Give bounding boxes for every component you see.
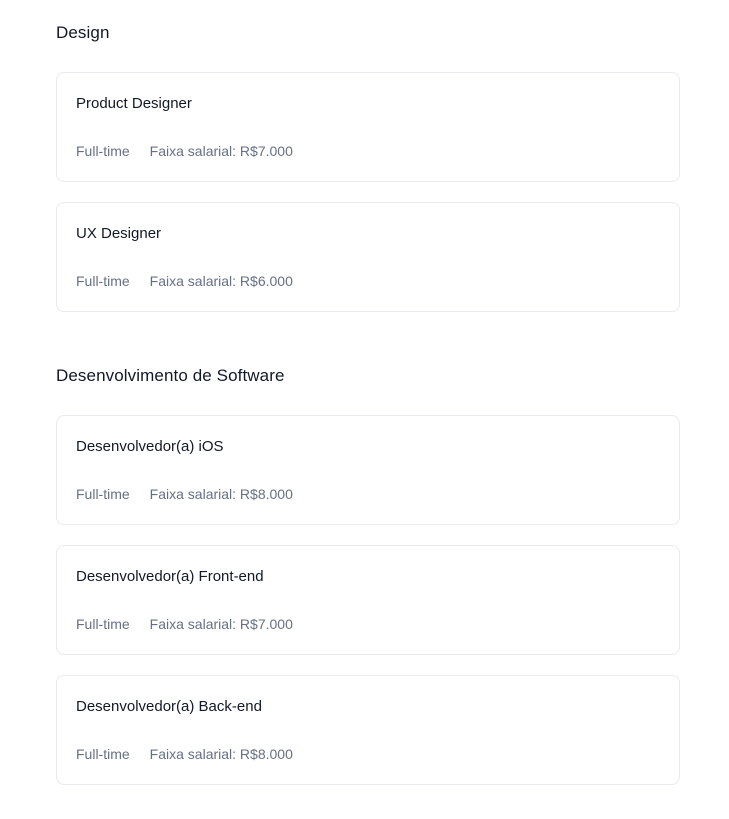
job-card-frontend-developer[interactable]: Desenvolvedor(a) Front-end Full-time Fai… — [56, 545, 680, 655]
job-meta: Full-time Faixa salarial: R$6.000 — [76, 272, 660, 290]
section-software-development: Desenvolvimento de Software Desenvolvedo… — [56, 365, 680, 785]
job-title: Desenvolvedor(a) Front-end — [76, 568, 264, 585]
job-type: Full-time — [76, 746, 130, 762]
job-salary: Faixa salarial: R$8.000 — [149, 486, 293, 502]
job-type: Full-time — [76, 616, 130, 632]
job-title: UX Designer — [76, 225, 162, 242]
job-listings-page: Design Product Designer Full-time Faixa … — [0, 0, 729, 819]
job-meta: Full-time Faixa salarial: R$8.000 — [76, 485, 660, 503]
section-design: Design Product Designer Full-time Faixa … — [56, 22, 680, 312]
job-salary: Faixa salarial: R$8.000 — [149, 746, 293, 762]
section-title: Desenvolvimento de Software — [56, 366, 285, 385]
job-type: Full-time — [76, 143, 130, 159]
job-title: Desenvolvedor(a) Back-end — [76, 698, 262, 715]
job-meta: Full-time Faixa salarial: R$7.000 — [76, 615, 660, 633]
job-type: Full-time — [76, 486, 130, 502]
job-title: Desenvolvedor(a) iOS — [76, 438, 224, 455]
job-list: Product Designer Full-time Faixa salaria… — [56, 72, 680, 312]
job-meta: Full-time Faixa salarial: R$8.000 — [76, 745, 660, 763]
job-card-product-designer[interactable]: Product Designer Full-time Faixa salaria… — [56, 72, 680, 182]
job-salary: Faixa salarial: R$7.000 — [149, 616, 293, 632]
job-salary: Faixa salarial: R$7.000 — [149, 143, 293, 159]
job-card-ios-developer[interactable]: Desenvolvedor(a) iOS Full-time Faixa sal… — [56, 415, 680, 525]
job-type: Full-time — [76, 273, 130, 289]
job-list: Desenvolvedor(a) iOS Full-time Faixa sal… — [56, 415, 680, 785]
section-title: Design — [56, 23, 110, 42]
job-meta: Full-time Faixa salarial: R$7.000 — [76, 142, 660, 160]
job-card-ux-designer[interactable]: UX Designer Full-time Faixa salarial: R$… — [56, 202, 680, 312]
job-card-backend-developer[interactable]: Desenvolvedor(a) Back-end Full-time Faix… — [56, 675, 680, 785]
job-salary: Faixa salarial: R$6.000 — [149, 273, 293, 289]
job-title: Product Designer — [76, 95, 192, 112]
